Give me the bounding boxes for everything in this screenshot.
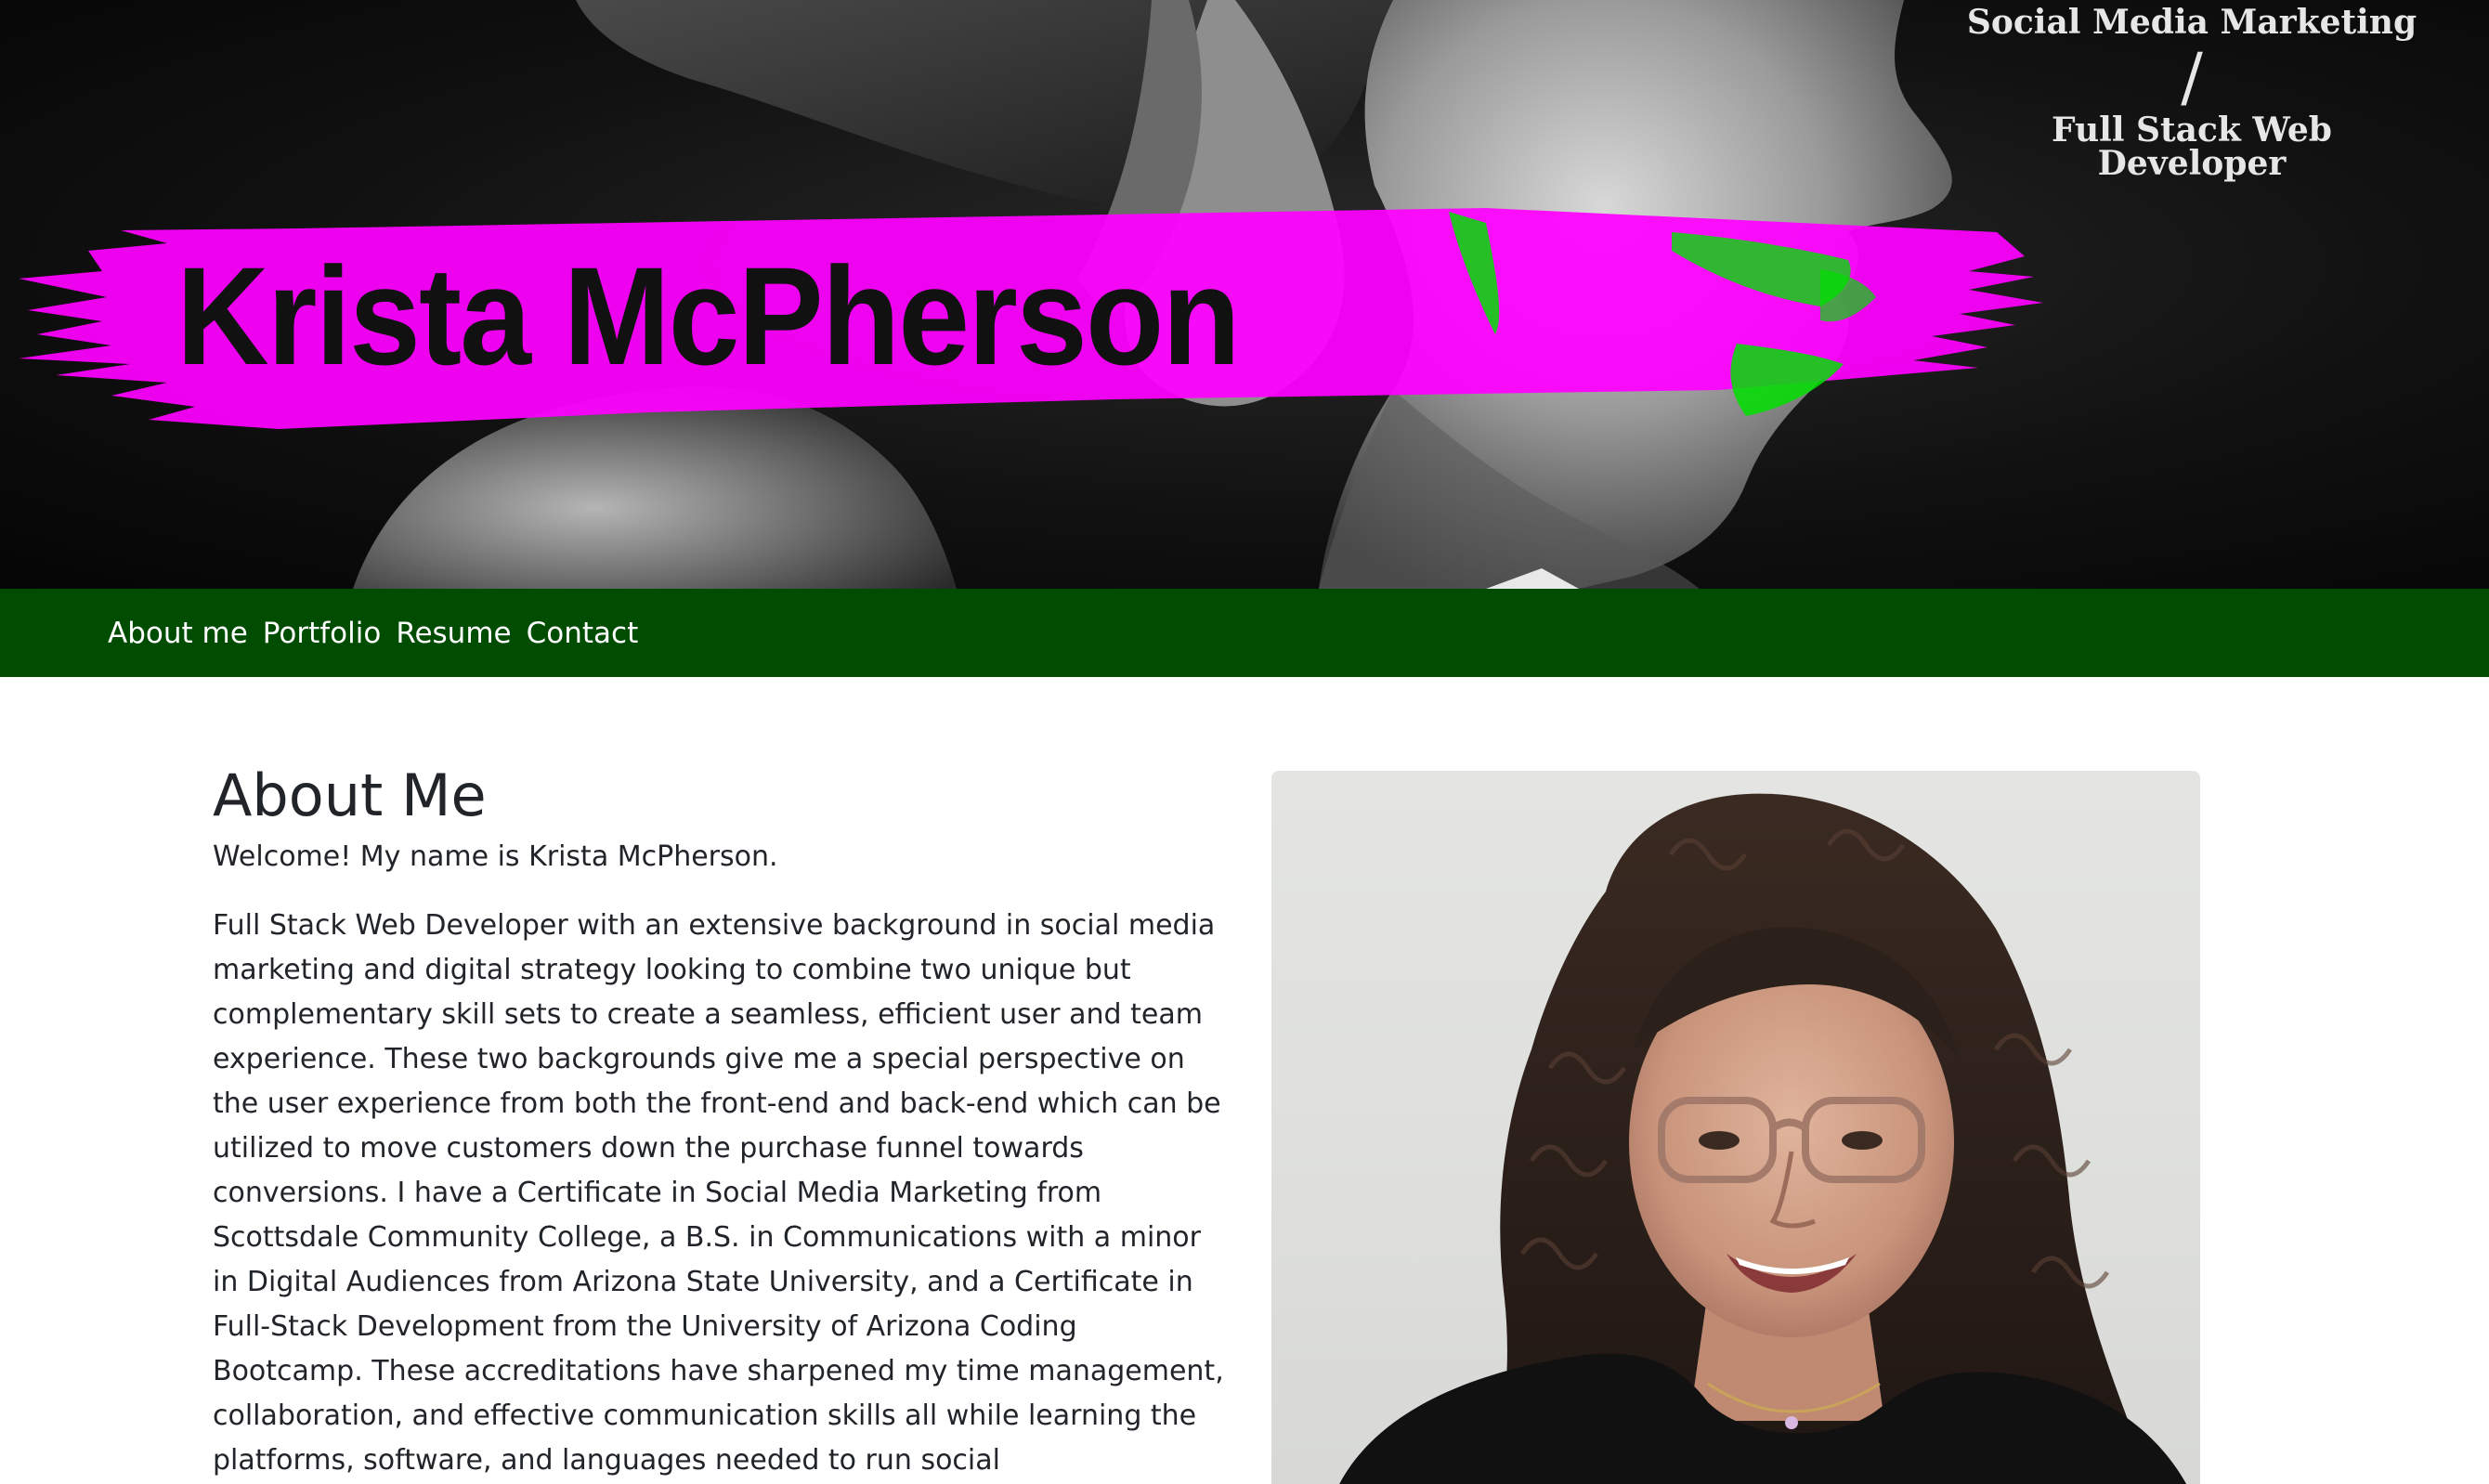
tagline-divider: / [2181, 39, 2203, 115]
main-navbar: About me Portfolio Resume Contact [0, 589, 2489, 677]
hero-tagline: Social Media Marketing / Full Stack Web … [1960, 6, 2424, 180]
nav-link-about-me[interactable]: About me [108, 617, 248, 650]
profile-portrait-illustration [1339, 793, 2186, 1484]
hero-name-title: Krista McPherson [176, 238, 1241, 394]
hero-banner: Krista McPherson Social Media Marketing … [0, 0, 2489, 589]
about-section: About Me Welcome! My name is Krista McPh… [213, 762, 1225, 1483]
tagline-social-media: Social Media Marketing [1966, 3, 2417, 42]
about-welcome-text: Welcome! My name is Krista McPherson. [213, 840, 778, 874]
tagline-web-developer: Full Stack Web Developer [2052, 111, 2332, 183]
about-bio-paragraph: Full Stack Web Developer with an extensi… [213, 909, 1224, 1477]
nav-link-portfolio[interactable]: Portfolio [263, 617, 382, 650]
page: Krista McPherson Social Media Marketing … [0, 0, 2489, 1484]
profile-photo [1271, 771, 2200, 1484]
about-heading: About Me [213, 762, 487, 829]
nav-link-contact[interactable]: Contact [527, 617, 639, 650]
nav-link-resume[interactable]: Resume [396, 617, 511, 650]
